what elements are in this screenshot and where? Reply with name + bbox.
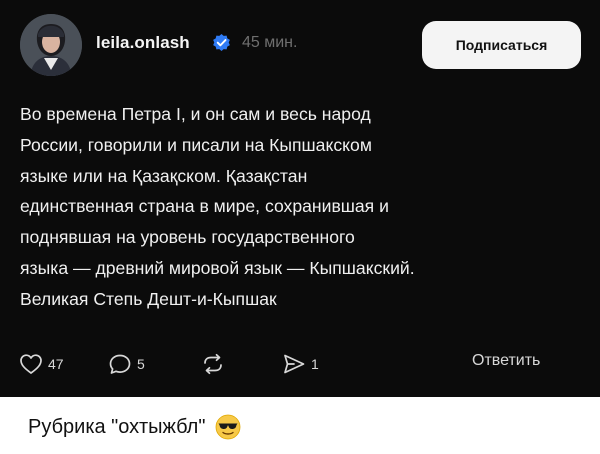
post-time: 45 мин.: [242, 34, 298, 51]
caption-text: Рубрика "охтыжбл": [28, 415, 206, 438]
comment-icon: [108, 353, 132, 375]
caption: Рубрика "охтыжбл": [28, 414, 241, 440]
post-text-line: единственная страна в мире, сохранившая …: [20, 196, 389, 217]
post-text-line: языке или на Қазақском. Қазақстан: [20, 165, 308, 186]
share-count: 1: [311, 356, 319, 372]
threads-post: leila.onlash 45 мин. Подписаться Во врем…: [0, 0, 600, 397]
post-text-line: Великая Степь Дешт-и-Кыпшак: [20, 288, 277, 309]
post-text-line: России, говорили и писали на Кыпшакском: [20, 134, 372, 155]
repost-icon: [200, 353, 226, 375]
reply-button[interactable]: Ответить: [472, 352, 540, 370]
repost-button[interactable]: [200, 346, 226, 382]
verified-badge-icon: [212, 33, 231, 52]
share-button[interactable]: 1: [282, 346, 319, 382]
avatar[interactable]: [20, 14, 82, 76]
sunglasses-emoji-icon: [215, 414, 241, 440]
send-icon: [282, 353, 306, 375]
username[interactable]: leila.onlash: [96, 33, 190, 53]
comment-button[interactable]: 5: [108, 346, 145, 382]
post-text-line: Во времена Петра I, и он сам и весь наро…: [20, 104, 371, 124]
heart-icon: [19, 353, 43, 375]
post-text-line: поднявшая на уровень государственного: [20, 227, 355, 248]
like-count: 47: [48, 356, 64, 372]
post-text-line: языка — древний мировой язык — Кыпшакски…: [20, 257, 415, 278]
action-bar: 47 5 1 Ответить: [0, 346, 600, 382]
like-button[interactable]: 47: [19, 346, 64, 382]
post-text: Во времена Петра I, и он сам и весь наро…: [20, 99, 580, 315]
comment-count: 5: [137, 356, 145, 372]
follow-button[interactable]: Подписаться: [422, 21, 581, 69]
